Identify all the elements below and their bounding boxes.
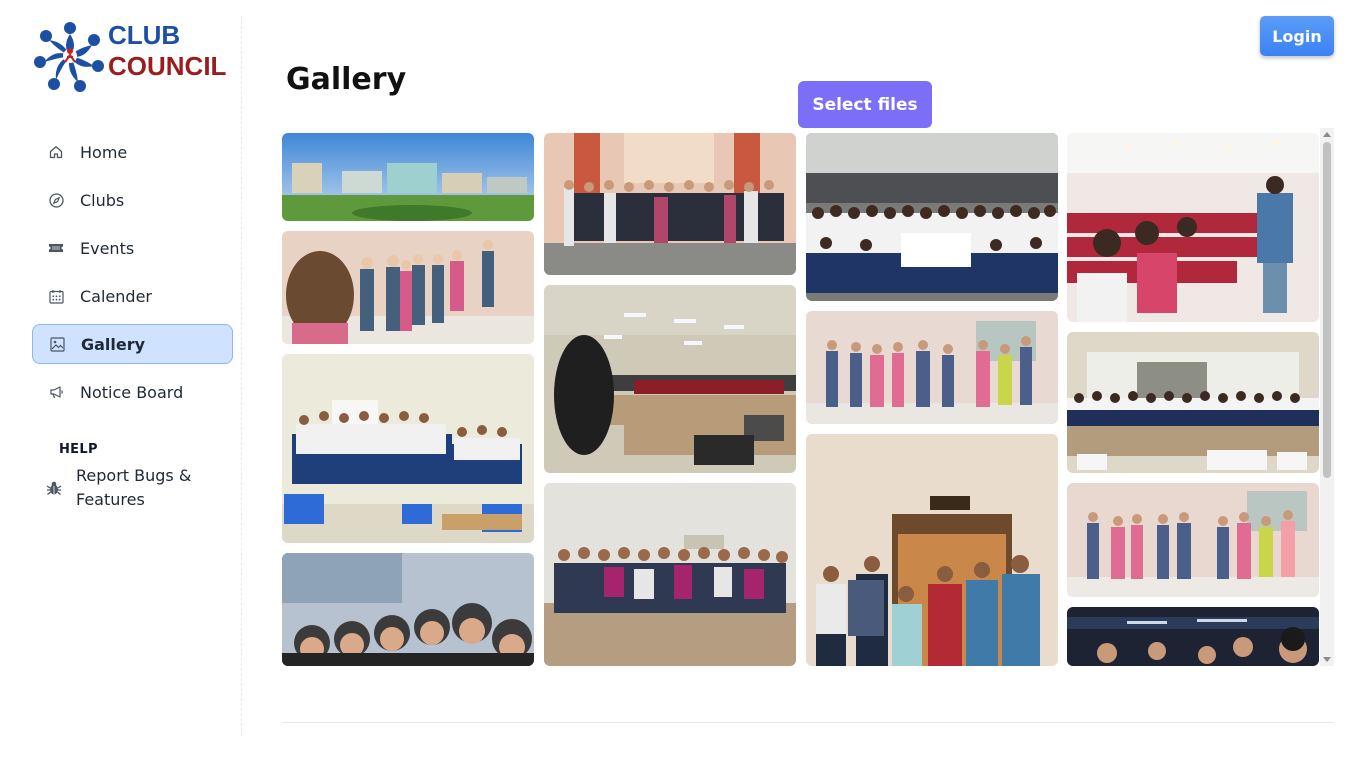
gallery-photo[interactable] (806, 434, 1058, 666)
gallery-photo[interactable] (282, 354, 534, 543)
select-files-button[interactable]: Select files (798, 81, 932, 128)
gallery-scrollbar[interactable] (1320, 128, 1334, 666)
sidebar: CLUB COUNCIL Home Clubs Events Calender … (0, 0, 242, 768)
login-button[interactable]: Login (1260, 16, 1334, 56)
gallery-photo[interactable] (282, 133, 534, 221)
brand-line-2: COUNCIL (108, 51, 227, 81)
nav-item-calender[interactable]: Calender (32, 276, 233, 316)
calendar-icon (48, 288, 64, 304)
page-title: Gallery (286, 62, 407, 97)
report-bugs-link[interactable]: Report Bugs & Features (46, 464, 226, 512)
scrollbar-thumb[interactable] (1323, 142, 1331, 478)
help-section-title: HELP (59, 442, 98, 457)
footer-divider (282, 722, 1334, 723)
nav-label-gallery: Gallery (81, 334, 146, 354)
nav-item-clubs[interactable]: Clubs (32, 180, 233, 220)
nav-label-home: Home (80, 142, 128, 162)
gallery-photo[interactable] (544, 285, 796, 473)
gallery-photo[interactable] (1067, 133, 1319, 322)
gallery-photo[interactable] (1067, 607, 1319, 666)
nav-item-notice-board[interactable]: Notice Board (32, 372, 233, 412)
nav-item-events[interactable]: Events (32, 228, 233, 268)
gallery-photo[interactable] (806, 133, 1058, 301)
nav-label-calender: Calender (80, 286, 152, 306)
gallery-photo[interactable] (282, 553, 534, 666)
scroll-down-arrow-icon[interactable] (1323, 657, 1331, 662)
gallery-photo[interactable] (1067, 332, 1319, 473)
image-icon (49, 336, 65, 352)
main-nav: Home Clubs Events Calender Gallery Notic… (32, 132, 233, 420)
logo-mark-icon (34, 22, 104, 92)
scroll-up-arrow-icon[interactable] (1323, 132, 1331, 137)
brand-line-1: CLUB (108, 20, 181, 50)
home-icon (48, 144, 64, 160)
nav-label-notice-board: Notice Board (80, 382, 184, 402)
gallery-photo[interactable] (806, 311, 1058, 424)
compass-icon (48, 192, 64, 208)
gallery-photo[interactable] (282, 231, 534, 344)
megaphone-icon (48, 384, 64, 400)
ticket-icon (48, 240, 64, 256)
gallery-photo[interactable] (1067, 483, 1319, 597)
report-bugs-label: Report Bugs & Features (76, 466, 192, 509)
photo-gallery (282, 133, 1334, 666)
nav-item-home[interactable]: Home (32, 132, 233, 172)
gallery-photo[interactable] (544, 483, 796, 666)
nav-label-clubs: Clubs (80, 190, 125, 210)
nav-item-gallery[interactable]: Gallery (32, 324, 233, 364)
club-council-logo[interactable]: CLUB COUNCIL (32, 18, 232, 94)
sidebar-divider (241, 16, 242, 736)
nav-label-events: Events (80, 238, 135, 258)
gallery-photo[interactable] (544, 133, 796, 275)
bug-icon (46, 480, 62, 496)
